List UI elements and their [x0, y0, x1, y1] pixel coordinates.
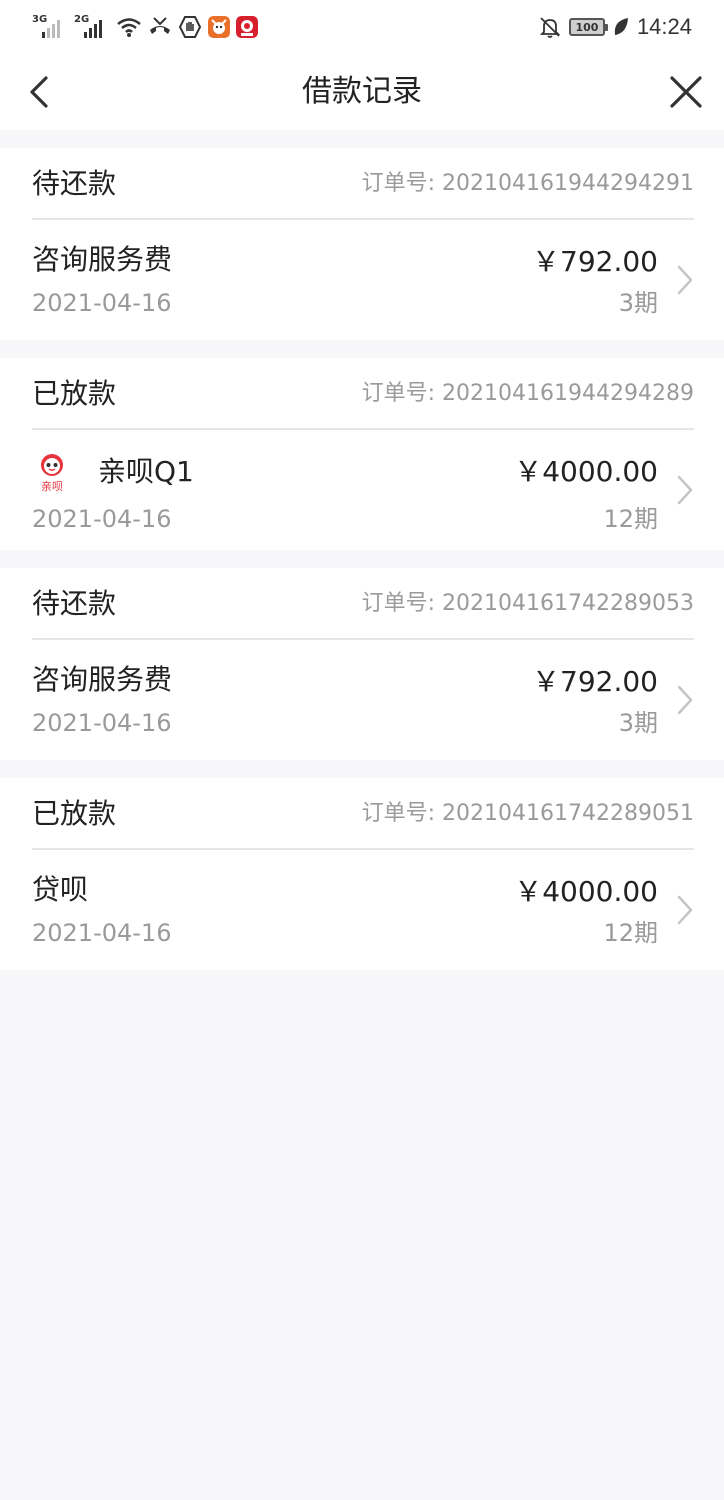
page-title: 借款记录: [302, 74, 422, 109]
order-number: 订单号: 202104161944294291: [361, 171, 694, 196]
card-header: 待还款 订单号: 202104161944294291: [32, 148, 694, 220]
status-bar: 3G 2G 100 14:24: [0, 0, 724, 54]
signal-2g-icon: 2G: [74, 14, 110, 40]
navigation-bar: 借款记录: [0, 54, 724, 130]
record-status: 已放款: [32, 797, 117, 830]
record-period: 3期: [618, 289, 658, 317]
item-name-text: 咨询服务费: [32, 663, 173, 696]
chevron-right-icon[interactable]: [676, 684, 694, 716]
status-bar-right: 100 14:24: [539, 12, 692, 42]
record-period: 12期: [603, 919, 658, 947]
close-icon[interactable]: [666, 72, 706, 112]
record-date: 2021-04-16: [32, 919, 172, 947]
battery-icon: 100: [568, 18, 608, 36]
item-name-text: 亲呗Q1: [98, 455, 194, 488]
svg-text:亲呗: 亲呗: [41, 479, 63, 492]
record-status: 待还款: [32, 587, 117, 620]
card-header: 待还款 订单号: 202104161742289053: [32, 568, 694, 640]
signal-3g-icon: 3G: [32, 14, 68, 40]
status-bar-left: 3G 2G: [32, 12, 258, 42]
loan-record-card[interactable]: 待还款 订单号: 202104161742289053 咨询服务费 2021-0…: [0, 568, 724, 760]
card-body[interactable]: 亲呗 亲呗Q1 2021-04-16 ￥4000.00 12期: [32, 432, 694, 550]
record-amount: ￥792.00: [532, 665, 658, 698]
item-name: 贷呗: [32, 872, 88, 908]
record-amount: ￥4000.00: [514, 875, 658, 908]
fox-app-icon: [208, 16, 230, 38]
battery-level: 100: [575, 20, 599, 34]
chevron-right-icon[interactable]: [676, 264, 694, 296]
item-name: 咨询服务费: [32, 662, 172, 698]
item-name-text: 贷呗: [32, 873, 89, 906]
missed-call-icon: [150, 17, 170, 34]
wifi-icon: [117, 18, 141, 37]
record-period: 12期: [603, 505, 658, 533]
card-body[interactable]: 咨询服务费 2021-04-16 ￥792.00 3期: [32, 222, 694, 340]
qinbei-logo: 亲呗: [32, 452, 72, 493]
hand-shield-icon: [178, 16, 202, 38]
loan-record-card[interactable]: 待还款 订单号: 202104161944294291 咨询服务费 2021-0…: [0, 148, 724, 340]
record-amount: ￥792.00: [532, 245, 658, 278]
leaf-icon: [614, 18, 628, 35]
item-name-text: 咨询服务费: [32, 243, 173, 276]
order-number: 订单号: 202104161742289053: [361, 591, 694, 616]
red-app-icon: [236, 16, 258, 38]
loan-record-card[interactable]: 已放款 订单号: 202104161742289051 贷呗 2021-04-1…: [0, 778, 724, 970]
card-body[interactable]: 咨询服务费 2021-04-16 ￥792.00 3期: [32, 642, 694, 760]
clock: 14:24: [636, 14, 692, 39]
record-status: 待还款: [32, 167, 117, 200]
chevron-right-icon[interactable]: [676, 474, 694, 506]
chevron-right-icon[interactable]: [676, 894, 694, 926]
record-status: 已放款: [32, 377, 117, 410]
loan-record-card[interactable]: 已放款 订单号: 202104161944294289 亲呗 亲呗Q1 2021…: [0, 358, 724, 550]
card-header: 已放款 订单号: 202104161742289051: [32, 778, 694, 850]
order-number: 订单号: 202104161944294289: [361, 381, 694, 406]
record-date: 2021-04-16: [32, 709, 172, 737]
bell-off-icon: [539, 17, 561, 38]
card-header: 已放款 订单号: 202104161944294289: [32, 358, 694, 430]
order-number: 订单号: 202104161742289051: [361, 801, 694, 826]
record-date: 2021-04-16: [32, 505, 172, 533]
item-name: 亲呗 亲呗Q1: [32, 452, 194, 493]
record-period: 3期: [618, 709, 658, 737]
record-date: 2021-04-16: [32, 289, 172, 317]
item-name: 咨询服务费: [32, 242, 172, 278]
card-body[interactable]: 贷呗 2021-04-16 ￥4000.00 12期: [32, 852, 694, 970]
record-amount: ￥4000.00: [514, 455, 658, 488]
loan-record-list: 待还款 订单号: 202104161944294291 咨询服务费 2021-0…: [0, 148, 724, 988]
